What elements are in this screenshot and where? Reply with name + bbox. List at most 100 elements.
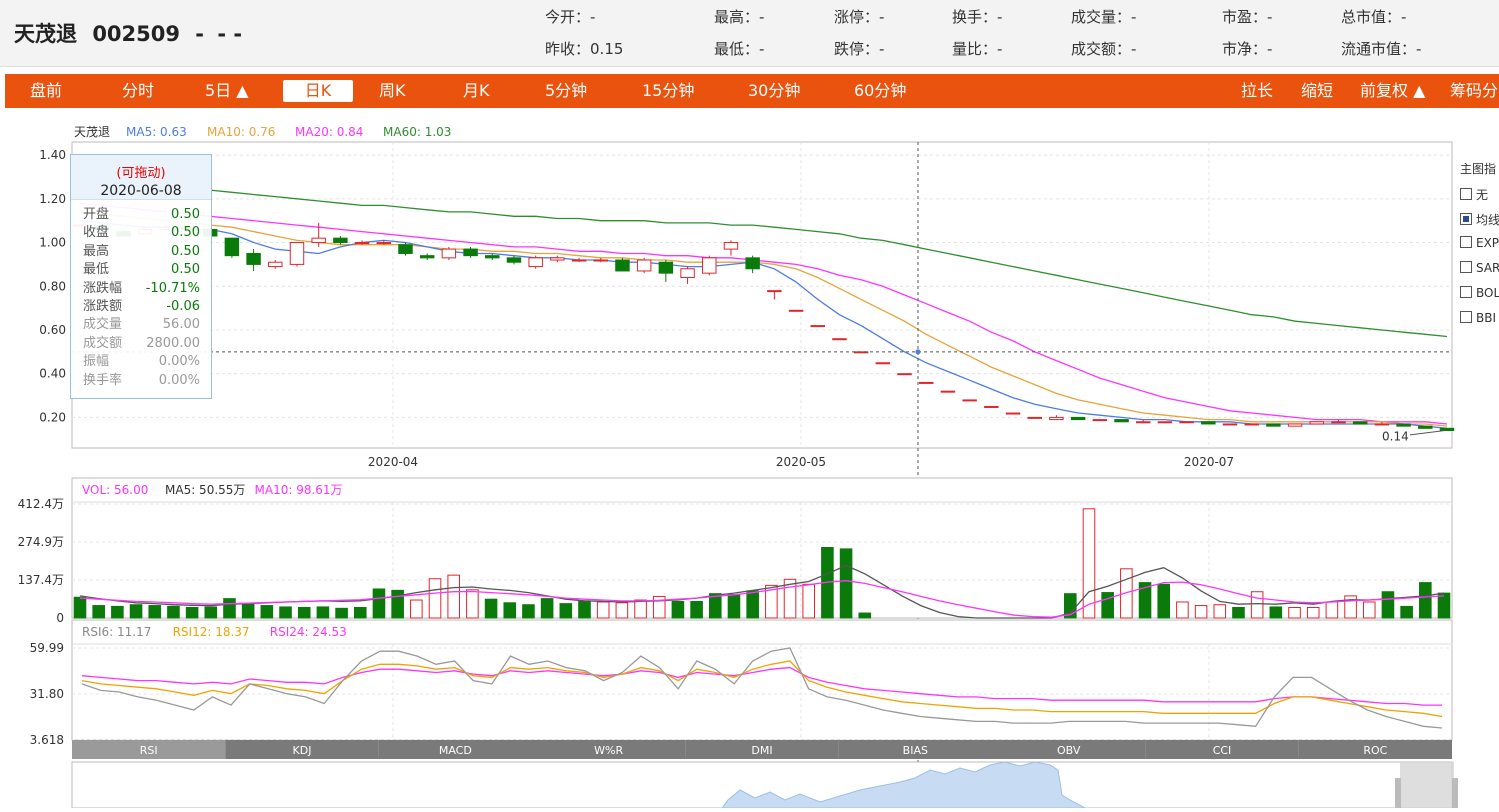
tooltip-label: 振幅 (83, 354, 110, 370)
candle-body (1309, 421, 1325, 425)
indicator-tab[interactable]: OBV (992, 740, 1146, 759)
indicator-tab[interactable]: BIAS (838, 740, 992, 759)
candle-body (506, 257, 522, 263)
toolbar-item[interactable]: 30分钟 (748, 74, 800, 108)
volume-bar (316, 606, 330, 619)
main-indicator-label: 无 (1476, 188, 1489, 202)
stat-item: 流通市值：- (1341, 38, 1421, 59)
kline-chart[interactable]: 1.40 1.20 1.00 0.80 0.60 0.40 0.20 2020-04 2020-… (0, 110, 1499, 809)
tooltip-label: 最高 (83, 243, 110, 259)
volume-bar (353, 606, 367, 619)
candle-body (485, 255, 500, 259)
date-tick-label: 2020-04 (368, 455, 418, 469)
candle-body (311, 237, 326, 244)
candle-body (962, 399, 977, 402)
tooltip-value: 0.50 (171, 225, 200, 241)
candle-body (875, 362, 891, 365)
toolbar-item[interactable]: 前复权 ▲ (1360, 74, 1425, 108)
tooltip-value: 56.00 (162, 317, 200, 333)
main-indicator-option[interactable]: 均线 (1460, 211, 1499, 228)
toolbar-item[interactable]: 盘前 (30, 74, 62, 108)
toolbar-item[interactable]: 分时 (122, 74, 154, 108)
stat-label: 成交量： (1071, 8, 1132, 26)
volume-bar (503, 602, 517, 619)
candle-body (1005, 412, 1021, 415)
checkbox-icon[interactable] (1460, 311, 1472, 323)
checkbox-icon[interactable] (1460, 213, 1472, 225)
candle-body (1439, 427, 1455, 432)
main-indicator-option[interactable]: 无 (1460, 186, 1488, 203)
candle-body (1331, 421, 1346, 424)
volume-bar (1362, 601, 1376, 619)
volume-bar (1325, 601, 1339, 619)
stat-label: 今开： (545, 8, 591, 26)
tooltip-row: 涨跌幅 -10.71% (71, 280, 211, 298)
volume-bar (1194, 605, 1208, 619)
indicator-tab[interactable]: W%R (532, 740, 686, 759)
candle-body (1049, 416, 1064, 421)
volume-tick-label: 0 (56, 611, 64, 625)
volume-bar (522, 604, 535, 619)
stat-value: - (759, 8, 765, 26)
stat-label: 量比： (952, 40, 998, 58)
toolbar-item[interactable]: 15分钟 (642, 74, 694, 108)
volume-bar (634, 599, 647, 619)
indicator-tab-label: ROC (1363, 744, 1387, 757)
stat-label: 涨停： (834, 8, 880, 26)
candle-body (919, 381, 934, 384)
volume-tick-label: 412.4万 (18, 497, 64, 511)
checkbox-icon[interactable] (1460, 236, 1472, 248)
stat-label: 流通市值： (1341, 40, 1417, 58)
indicator-tab[interactable]: KDJ (225, 740, 379, 759)
volume-bar (671, 600, 685, 619)
toolbar-item[interactable]: 日K (283, 80, 353, 102)
toolbar-item[interactable]: 月K (463, 74, 490, 108)
rsi-legend-item: RSI24: 24.53 (270, 625, 347, 639)
candle-body (636, 259, 652, 272)
indicator-tab[interactable]: DMI (685, 740, 839, 759)
toolbar-item[interactable]: 拉长 (1241, 74, 1273, 108)
toolbar-item[interactable]: 5分钟 (545, 74, 587, 108)
date-tick-label: 2020-05 (776, 455, 826, 469)
stat-value: - (1131, 8, 1137, 26)
toolbar-item[interactable]: 周K (379, 74, 406, 108)
volume-legend-item: MA10: 98.61万 (255, 483, 343, 497)
stat-value: - (879, 8, 885, 26)
checkbox-icon[interactable] (1460, 188, 1472, 200)
candle-body (441, 248, 457, 259)
indicator-tab[interactable]: MACD (378, 740, 532, 759)
indicator-tab[interactable]: ROC (1298, 740, 1452, 759)
volume-bar (1381, 591, 1395, 619)
main-indicator-option[interactable]: BOLL (1460, 286, 1499, 300)
stat-item: 总市值：- (1341, 6, 1406, 27)
volume-legend-item: VOL: 56.00 (82, 483, 148, 497)
stat-value: 0.15 (590, 40, 624, 58)
candle-body (1222, 423, 1238, 426)
main-indicator-option[interactable]: EXPMA (1460, 236, 1499, 250)
candle-body (333, 237, 348, 244)
price-tick-label: 1.40 (39, 148, 66, 162)
toolbar-item[interactable]: 60分钟 (854, 74, 906, 108)
main-indicator-panel: 主图指 无均线 EXPMA SAR BOLL BBI (1458, 155, 1499, 355)
checkbox-icon[interactable] (1460, 261, 1472, 273)
candle-body (658, 261, 674, 274)
toolbar-item[interactable]: 筹码分 (1450, 74, 1498, 108)
checkbox-icon[interactable] (1460, 286, 1472, 298)
volume-bar (540, 598, 554, 619)
tooltip-row: 最低 0.50 (71, 261, 211, 279)
candle-body (723, 242, 739, 250)
toolbar-item[interactable]: 缩短 (1301, 74, 1333, 108)
toolbar-item[interactable]: 5日 ▲ (205, 74, 249, 108)
rsi-legend-item: RSI12: 18.37 (173, 625, 250, 639)
navigator-window (1400, 762, 1454, 808)
indicator-tab[interactable]: RSI (72, 740, 226, 759)
candle-body (1244, 423, 1259, 426)
main-indicator-option[interactable]: BBI (1460, 311, 1496, 325)
kline-chart-area[interactable]: 1.40 1.20 1.00 0.80 0.60 0.40 0.20 2020-04 2020-… (0, 110, 1499, 809)
main-legend-item: MA20: 0.84 (295, 125, 363, 139)
volume-bar (185, 606, 199, 619)
crosshair-dot (915, 349, 921, 355)
indicator-tab[interactable]: CCI (1145, 740, 1299, 759)
draggable-tooltip[interactable]: (可拖动) 2020-06-08 开盘 0.50 收盘 0.50 最高 0.50 最低 0.5… (70, 154, 212, 399)
main-indicator-option[interactable]: SAR (1460, 261, 1499, 275)
